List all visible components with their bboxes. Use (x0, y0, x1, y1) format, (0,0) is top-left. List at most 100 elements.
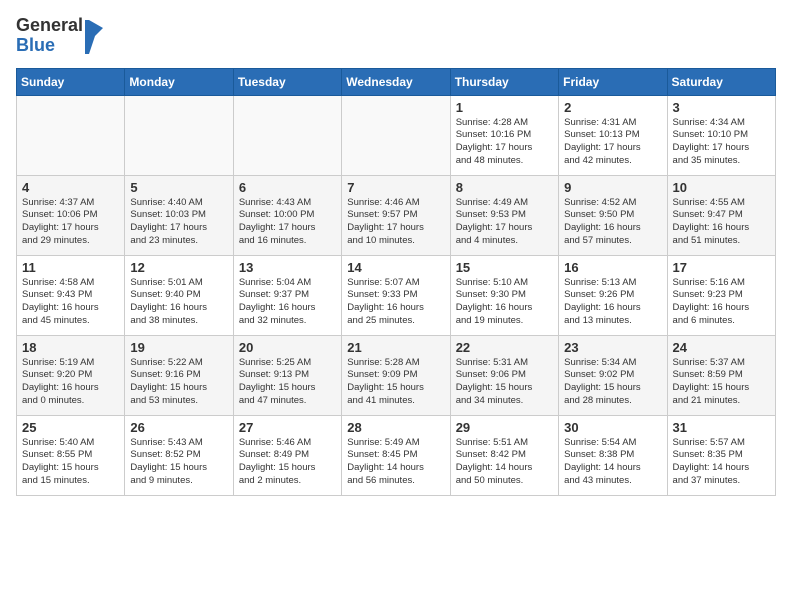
day-info: Sunrise: 4:46 AMSunset: 9:57 PMDaylight:… (347, 197, 444, 248)
day-info: Sunrise: 4:34 AMSunset: 10:10 PMDaylight… (673, 117, 770, 168)
calendar-cell: 27 Sunrise: 5:46 AMSunset: 8:49 PMDayligh… (233, 415, 341, 495)
day-info: Sunrise: 5:22 AMSunset: 9:16 PMDaylight:… (130, 357, 227, 408)
calendar-cell: 16 Sunrise: 5:13 AMSunset: 9:26 PMDayligh… (559, 255, 667, 335)
day-number: 26 (130, 420, 227, 435)
day-number: 14 (347, 260, 444, 275)
calendar-cell: 9 Sunrise: 4:52 AMSunset: 9:50 PMDaylight… (559, 175, 667, 255)
calendar-cell: 14 Sunrise: 5:07 AMSunset: 9:33 PMDayligh… (342, 255, 450, 335)
logo-general: General (16, 16, 83, 36)
calendar-cell: 3Sunrise: 4:34 AMSunset: 10:10 PMDayligh… (667, 95, 775, 175)
day-number: 1 (456, 100, 553, 115)
day-info: Sunrise: 4:49 AMSunset: 9:53 PMDaylight:… (456, 197, 553, 248)
day-info: Sunrise: 5:10 AMSunset: 9:30 PMDaylight:… (456, 277, 553, 328)
day-number: 8 (456, 180, 553, 195)
calendar-cell: 6Sunrise: 4:43 AMSunset: 10:00 PMDayligh… (233, 175, 341, 255)
calendar-cell: 17 Sunrise: 5:16 AMSunset: 9:23 PMDayligh… (667, 255, 775, 335)
logo-text: General Blue (16, 16, 105, 56)
week-row-4: 18 Sunrise: 5:19 AMSunset: 9:20 PMDayligh… (17, 335, 776, 415)
calendar-cell: 11 Sunrise: 4:58 AMSunset: 9:43 PMDayligh… (17, 255, 125, 335)
day-info: Sunrise: 5:40 AMSunset: 8:55 PMDaylight:… (22, 437, 119, 488)
calendar-cell: 25 Sunrise: 5:40 AMSunset: 8:55 PMDayligh… (17, 415, 125, 495)
calendar-cell: 10Sunrise: 4:55 AMSunset: 9:47 PMDayligh… (667, 175, 775, 255)
day-header-monday: Monday (125, 68, 233, 95)
calendar-cell: 23 Sunrise: 5:34 AMSunset: 9:02 PMDayligh… (559, 335, 667, 415)
calendar-cell: 7 Sunrise: 4:46 AMSunset: 9:57 PMDaylight… (342, 175, 450, 255)
calendar-cell: 1 Sunrise: 4:28 AMSunset: 10:16 PMDayligh… (450, 95, 558, 175)
day-info: Sunrise: 5:57 AMSunset: 8:35 PMDaylight:… (673, 437, 770, 488)
day-number: 17 (673, 260, 770, 275)
day-header-saturday: Saturday (667, 68, 775, 95)
day-info: Sunrise: 5:51 AMSunset: 8:42 PMDaylight:… (456, 437, 553, 488)
day-info: Sunrise: 5:16 AMSunset: 9:23 PMDaylight:… (673, 277, 770, 328)
calendar-cell: 4 Sunrise: 4:37 AMSunset: 10:06 PMDayligh… (17, 175, 125, 255)
day-info: Sunrise: 4:31 AMSunset: 10:13 PMDaylight… (564, 117, 661, 168)
day-info: Sunrise: 4:40 AMSunset: 10:03 PMDaylight… (130, 197, 227, 248)
day-info: Sunrise: 4:37 AMSunset: 10:06 PMDaylight… (22, 197, 119, 248)
day-info: Sunrise: 5:19 AMSunset: 9:20 PMDaylight:… (22, 357, 119, 408)
logo-bird-icon (85, 18, 105, 54)
day-number: 27 (239, 420, 336, 435)
calendar-cell: 20Sunrise: 5:25 AMSunset: 9:13 PMDayligh… (233, 335, 341, 415)
week-row-3: 11 Sunrise: 4:58 AMSunset: 9:43 PMDayligh… (17, 255, 776, 335)
day-info: Sunrise: 5:37 AMSunset: 8:59 PMDaylight:… (673, 357, 770, 408)
day-info: Sunrise: 5:34 AMSunset: 9:02 PMDaylight:… (564, 357, 661, 408)
day-number: 4 (22, 180, 119, 195)
day-number: 25 (22, 420, 119, 435)
calendar-cell: 29 Sunrise: 5:51 AMSunset: 8:42 PMDayligh… (450, 415, 558, 495)
day-info: Sunrise: 5:31 AMSunset: 9:06 PMDaylight:… (456, 357, 553, 408)
day-number: 18 (22, 340, 119, 355)
day-info: Sunrise: 5:54 AMSunset: 8:38 PMDaylight:… (564, 437, 661, 488)
calendar-cell (342, 95, 450, 175)
day-header-wednesday: Wednesday (342, 68, 450, 95)
day-info: Sunrise: 5:49 AMSunset: 8:45 PMDaylight:… (347, 437, 444, 488)
header: General Blue (16, 16, 776, 56)
calendar-cell: 2 Sunrise: 4:31 AMSunset: 10:13 PMDayligh… (559, 95, 667, 175)
day-header-tuesday: Tuesday (233, 68, 341, 95)
day-info: Sunrise: 4:58 AMSunset: 9:43 PMDaylight:… (22, 277, 119, 328)
day-number: 22 (456, 340, 553, 355)
day-number: 29 (456, 420, 553, 435)
day-info: Sunrise: 4:28 AMSunset: 10:16 PMDaylight… (456, 117, 553, 168)
day-info: Sunrise: 5:13 AMSunset: 9:26 PMDaylight:… (564, 277, 661, 328)
calendar-cell (125, 95, 233, 175)
days-header-row: SundayMondayTuesdayWednesdayThursdayFrid… (17, 68, 776, 95)
week-row-2: 4 Sunrise: 4:37 AMSunset: 10:06 PMDayligh… (17, 175, 776, 255)
day-number: 21 (347, 340, 444, 355)
day-number: 30 (564, 420, 661, 435)
calendar-cell (17, 95, 125, 175)
day-number: 31 (673, 420, 770, 435)
day-header-friday: Friday (559, 68, 667, 95)
day-number: 20 (239, 340, 336, 355)
calendar-cell: 24 Sunrise: 5:37 AMSunset: 8:59 PMDayligh… (667, 335, 775, 415)
day-number: 24 (673, 340, 770, 355)
calendar-cell: 18 Sunrise: 5:19 AMSunset: 9:20 PMDayligh… (17, 335, 125, 415)
week-row-5: 25 Sunrise: 5:40 AMSunset: 8:55 PMDayligh… (17, 415, 776, 495)
day-number: 9 (564, 180, 661, 195)
day-number: 5 (130, 180, 227, 195)
day-number: 6 (239, 180, 336, 195)
day-number: 13 (239, 260, 336, 275)
day-info: Sunrise: 5:43 AMSunset: 8:52 PMDaylight:… (130, 437, 227, 488)
day-info: Sunrise: 4:52 AMSunset: 9:50 PMDaylight:… (564, 197, 661, 248)
day-number: 2 (564, 100, 661, 115)
day-info: Sunrise: 4:55 AMSunset: 9:47 PMDaylight:… (673, 197, 770, 248)
calendar-cell: 21Sunrise: 5:28 AMSunset: 9:09 PMDayligh… (342, 335, 450, 415)
day-number: 15 (456, 260, 553, 275)
day-number: 23 (564, 340, 661, 355)
day-number: 19 (130, 340, 227, 355)
logo-blue: Blue (16, 36, 83, 56)
calendar-table: SundayMondayTuesdayWednesdayThursdayFrid… (16, 68, 776, 496)
day-header-sunday: Sunday (17, 68, 125, 95)
calendar-cell: 26 Sunrise: 5:43 AMSunset: 8:52 PMDayligh… (125, 415, 233, 495)
calendar-cell: 13 Sunrise: 5:04 AMSunset: 9:37 PMDayligh… (233, 255, 341, 335)
calendar-cell: 28Sunrise: 5:49 AMSunset: 8:45 PMDayligh… (342, 415, 450, 495)
day-number: 16 (564, 260, 661, 275)
day-info: Sunrise: 5:46 AMSunset: 8:49 PMDaylight:… (239, 437, 336, 488)
day-info: Sunrise: 5:01 AMSunset: 9:40 PMDaylight:… (130, 277, 227, 328)
calendar-cell: 31 Sunrise: 5:57 AMSunset: 8:35 PMDayligh… (667, 415, 775, 495)
day-number: 11 (22, 260, 119, 275)
calendar-cell: 12Sunrise: 5:01 AMSunset: 9:40 PMDayligh… (125, 255, 233, 335)
day-info: Sunrise: 5:04 AMSunset: 9:37 PMDaylight:… (239, 277, 336, 328)
day-number: 7 (347, 180, 444, 195)
day-info: Sunrise: 5:07 AMSunset: 9:33 PMDaylight:… (347, 277, 444, 328)
